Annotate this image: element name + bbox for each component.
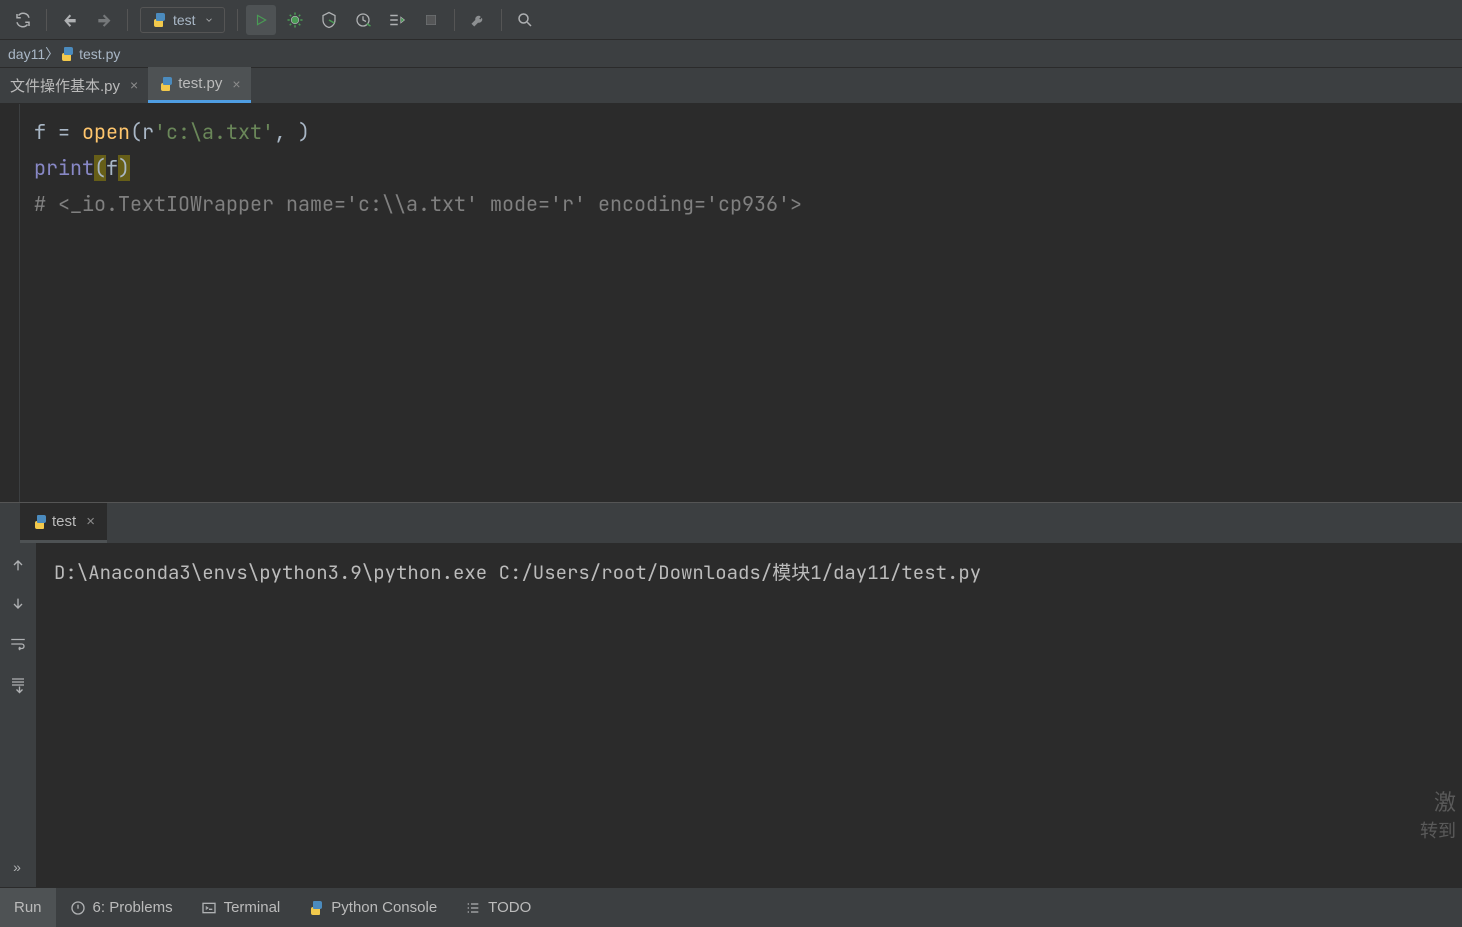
breadcrumb: day11 〉 test.py — [0, 40, 1462, 68]
stop-icon[interactable] — [416, 5, 446, 35]
editor-tab-inactive[interactable]: 文件操作基本.py × — [0, 67, 148, 103]
tool-problems[interactable]: 6: Problems — [56, 888, 187, 927]
run-output[interactable]: D:\Anaconda3\envs\python3.9\python.exe C… — [36, 543, 1462, 887]
run-sidebar: » — [0, 543, 36, 887]
tab-label: 文件操作基本.py — [10, 75, 120, 96]
tab-label: test.py — [178, 75, 222, 92]
python-file-icon — [158, 76, 174, 92]
close-icon[interactable]: × — [232, 76, 240, 92]
python-icon — [151, 12, 167, 28]
chevron-right-icon: 〉 — [45, 44, 59, 64]
run-tab-label: test — [52, 513, 76, 530]
code-editor[interactable]: f = open(r'c:\a.txt', ) print(f) # <_io.… — [0, 104, 1462, 502]
editor-tab-active[interactable]: test.py × — [148, 67, 250, 103]
breadcrumb-item-folder[interactable]: day11 — [8, 46, 45, 62]
label: Terminal — [224, 899, 281, 916]
python-icon — [32, 514, 48, 530]
code-line: f = open(r'c:\a.txt', ) — [34, 119, 310, 145]
label: Python Console — [331, 899, 437, 916]
sync-icon[interactable] — [8, 5, 38, 35]
run-icon[interactable] — [246, 5, 276, 35]
python-file-icon — [59, 46, 75, 62]
code-area[interactable]: f = open(r'c:\a.txt', ) print(f) # <_io.… — [20, 104, 816, 502]
arrow-down-icon[interactable] — [10, 596, 26, 615]
run-to-cursor-icon[interactable] — [382, 5, 412, 35]
build-icon[interactable] — [463, 5, 493, 35]
close-icon[interactable]: × — [130, 77, 138, 93]
close-icon[interactable]: × — [86, 513, 95, 530]
soft-wrap-icon[interactable] — [9, 635, 27, 656]
run-config-selector[interactable]: test — [140, 7, 225, 33]
tool-run[interactable]: Run — [0, 888, 56, 927]
run-tabbar: test × — [0, 503, 1462, 543]
tool-todo[interactable]: TODO — [451, 888, 545, 927]
coverage-icon[interactable] — [314, 5, 344, 35]
tool-terminal[interactable]: Terminal — [187, 888, 295, 927]
scroll-to-end-icon[interactable] — [9, 676, 27, 697]
editor-gutter — [0, 104, 20, 502]
breadcrumb-item-file[interactable]: test.py — [59, 46, 120, 62]
run-tab-active[interactable]: test × — [20, 503, 107, 543]
label: 6: Problems — [93, 899, 173, 916]
more-icon[interactable]: » — [13, 859, 23, 875]
label: TODO — [488, 899, 531, 916]
editor-tabbar: 文件操作基本.py × test.py × — [0, 68, 1462, 104]
breadcrumb-label: day11 — [8, 46, 45, 62]
profile-icon[interactable] — [348, 5, 378, 35]
tool-python-console[interactable]: Python Console — [294, 888, 451, 927]
run-tool-window: test × » D:\Anaconda3\envs\python3.9\pyt… — [0, 502, 1462, 887]
python-icon — [308, 900, 324, 916]
run-config-label: test — [173, 12, 196, 28]
main-toolbar: test — [0, 0, 1462, 40]
bottom-toolbar: Run 6: Problems Terminal Python Console … — [0, 887, 1462, 927]
label: Run — [14, 899, 42, 916]
code-line: # <_io.TextIOWrapper name='c:\\a.txt' mo… — [34, 191, 802, 217]
code-line: print(f) — [34, 155, 130, 181]
search-icon[interactable] — [510, 5, 540, 35]
debug-icon[interactable] — [280, 5, 310, 35]
arrow-up-icon[interactable] — [10, 557, 26, 576]
back-icon[interactable] — [55, 5, 85, 35]
forward-icon[interactable] — [89, 5, 119, 35]
output-line: D:\Anaconda3\envs\python3.9\python.exe C… — [54, 560, 981, 585]
breadcrumb-label: test.py — [79, 46, 120, 62]
